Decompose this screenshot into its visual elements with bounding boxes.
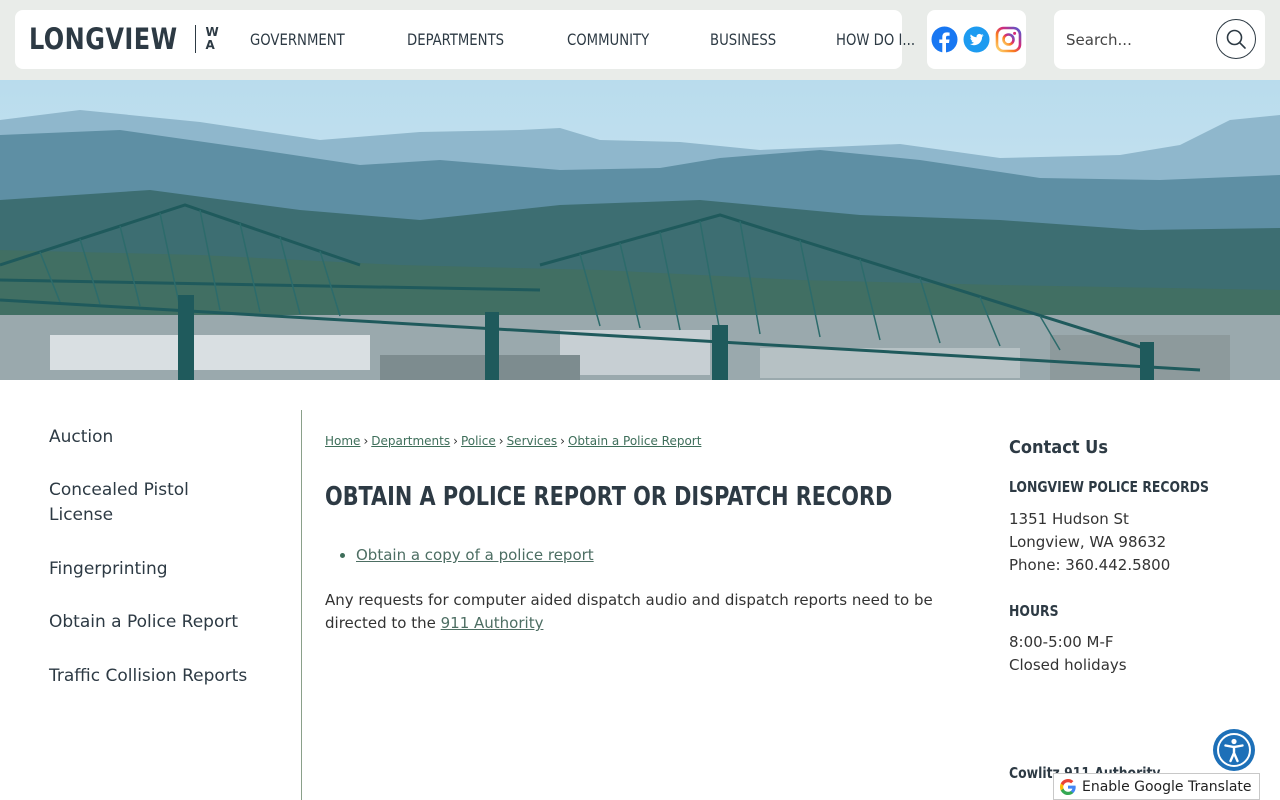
contact-org: LONGVIEW POLICE RECORDS	[1009, 478, 1209, 496]
contact-phone: Phone: 360.442.5800	[1009, 556, 1171, 574]
breadcrumb-separator: ›	[498, 434, 504, 448]
sidebar-item-auction[interactable]: Auction	[49, 425, 269, 450]
page-title: OBTAIN A POLICE REPORT OR DISPATCH RECOR…	[325, 482, 893, 512]
dispatch-text: Any requests for computer aided dispatch…	[325, 591, 933, 632]
breadcrumb: Home › Departments › Police › Services › Obtain …	[325, 434, 701, 448]
hours-title: HOURS	[1009, 602, 1059, 620]
logo-divider	[194, 25, 196, 53]
hours-line1: 8:00-5:00 M-F	[1009, 633, 1114, 651]
site-header: LONGVIEW W A GOVERNMENT DEPARTMENTS COMM…	[0, 0, 1280, 80]
google-icon	[1060, 778, 1076, 795]
logo-state-a: A	[205, 38, 215, 52]
breadcrumb-home[interactable]: Home	[325, 434, 360, 448]
breadcrumb-separator: ›	[560, 434, 565, 448]
breadcrumb-police[interactable]: Police	[461, 434, 496, 448]
breadcrumb-separator: ›	[453, 434, 458, 448]
search-icon	[1226, 29, 1246, 49]
obtain-police-report-link[interactable]: Obtain a copy of a police report	[356, 546, 594, 564]
facebook-icon[interactable]	[931, 26, 959, 54]
nav-departments[interactable]: DEPARTMENTS	[407, 30, 504, 49]
logo-state: W A	[206, 26, 219, 52]
bridge-banner-image	[0, 80, 1280, 380]
hero-banner	[0, 80, 1280, 380]
contact-address-line1: 1351 Hudson St	[1009, 510, 1129, 528]
hours-line2: Closed holidays	[1009, 656, 1127, 674]
twitter-icon[interactable]	[963, 26, 991, 54]
instagram-icon[interactable]	[995, 26, 1023, 54]
sidebar-item-fingerprinting[interactable]: Fingerprinting	[49, 557, 269, 582]
nav-how-do-i[interactable]: HOW DO I...	[836, 30, 915, 49]
breadcrumb-departments[interactable]: Departments	[371, 434, 450, 448]
social-links	[927, 10, 1026, 69]
911-authority-link[interactable]: 911 Authority	[441, 614, 544, 632]
search-box	[1054, 10, 1265, 69]
google-translate-button[interactable]: Enable Google Translate	[1053, 773, 1260, 800]
main-nav: GOVERNMENT DEPARTMENTS COMMUNITY BUSINES…	[250, 10, 976, 69]
nav-bar: LONGVIEW W A GOVERNMENT DEPARTMENTS COMM…	[15, 10, 915, 69]
link-list: Obtain a copy of a police report	[356, 546, 594, 564]
breadcrumb-services[interactable]: Services	[507, 434, 558, 448]
search-button[interactable]	[1216, 19, 1256, 59]
nav-community[interactable]: COMMUNITY	[567, 30, 649, 49]
accessibility-icon	[1217, 733, 1251, 767]
translate-label: Enable Google Translate	[1082, 778, 1252, 795]
list-item: Obtain a copy of a police report	[356, 546, 594, 564]
nav-business[interactable]: BUSINESS	[710, 30, 776, 49]
contact-title: Contact Us	[1009, 437, 1108, 458]
breadcrumb-separator: ›	[363, 434, 369, 448]
contact-address-line2: Longview, WA 98632	[1009, 533, 1167, 551]
sidebar-item-traffic-collision-reports[interactable]: Traffic Collision Reports	[49, 664, 269, 689]
sidebar-item-obtain-police-report[interactable]: Obtain a Police Report	[49, 610, 269, 635]
accessibility-button[interactable]	[1213, 729, 1255, 771]
logo-wordmark: LONGVIEW	[29, 22, 178, 56]
breadcrumb-obtain-police-report[interactable]: Obtain a Police Report	[568, 434, 701, 448]
search-input[interactable]	[1066, 24, 1206, 56]
site-logo[interactable]: LONGVIEW W A	[29, 22, 219, 56]
sidebar-item-concealed-pistol-license[interactable]: Concealed Pistol License	[49, 478, 219, 528]
dispatch-paragraph: Any requests for computer aided dispatch…	[325, 589, 955, 635]
nav-government[interactable]: GOVERNMENT	[250, 30, 345, 49]
sidebar-nav: Auction Concealed Pistol License Fingerp…	[0, 410, 302, 800]
